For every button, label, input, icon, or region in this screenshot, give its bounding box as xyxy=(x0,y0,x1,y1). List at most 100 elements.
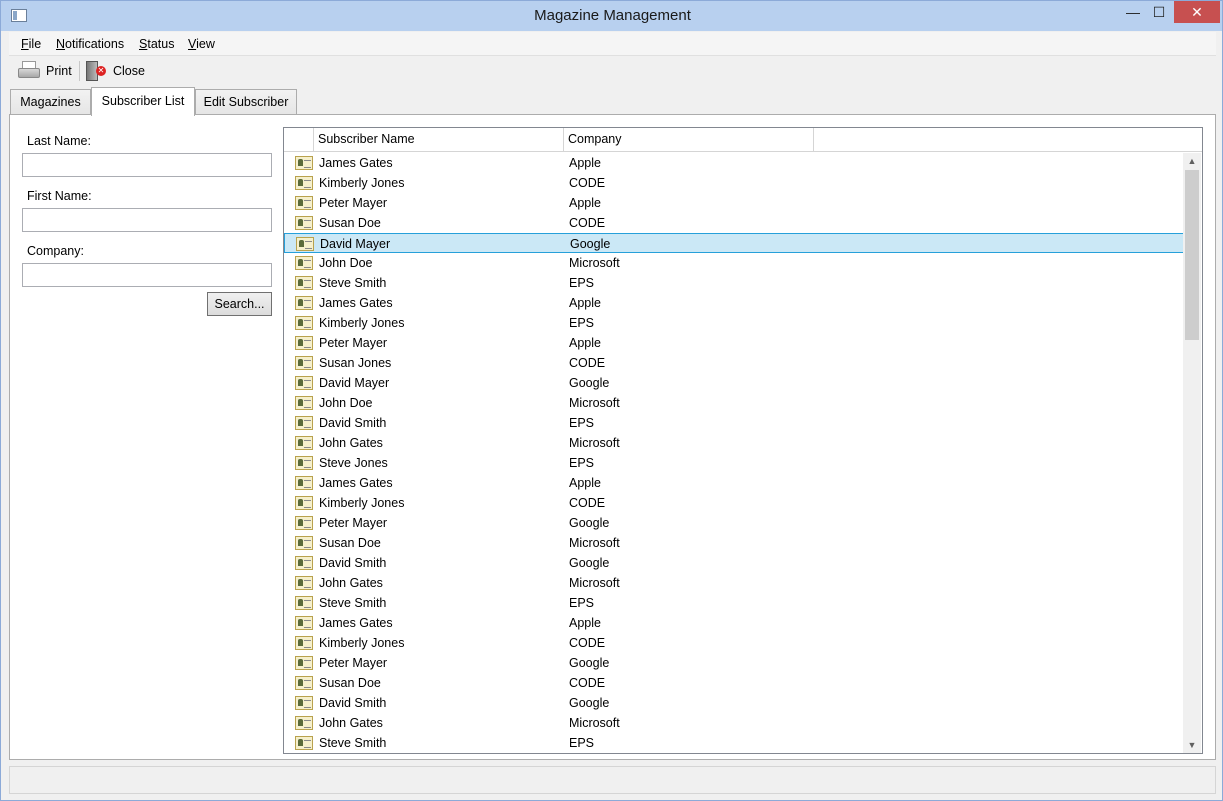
scroll-down-icon[interactable]: ▼ xyxy=(1183,737,1201,753)
title-bar[interactable]: Magazine Management — ☐ ✕ xyxy=(1,1,1222,31)
print-button[interactable]: Print xyxy=(17,59,72,83)
company-cell: EPS xyxy=(569,596,595,610)
table-row[interactable]: Peter Mayer Google xyxy=(284,653,1184,673)
first-name-field[interactable] xyxy=(22,208,272,232)
tab-edit-subscriber[interactable]: Edit Subscriber xyxy=(195,89,297,115)
contact-card-icon xyxy=(295,416,313,430)
table-row[interactable]: John Doe Microsoft xyxy=(284,253,1184,273)
table-row[interactable]: James Gates Apple xyxy=(284,613,1184,633)
company-cell: EPS xyxy=(569,316,595,330)
menu-notifications[interactable]: Notifications xyxy=(56,37,124,51)
table-row[interactable]: James Gates Apple xyxy=(284,473,1184,493)
table-row[interactable]: John Gates Microsoft xyxy=(284,573,1184,593)
contact-card-icon xyxy=(295,636,313,650)
close-window-button[interactable]: ✕ xyxy=(1174,1,1220,23)
menu-view[interactable]: View xyxy=(188,37,215,51)
table-row[interactable]: John Doe Microsoft xyxy=(284,393,1184,413)
contact-card-icon xyxy=(295,696,313,710)
contact-card-icon xyxy=(295,176,313,190)
table-row[interactable]: David Smith EPS xyxy=(284,413,1184,433)
window-title: Magazine Management xyxy=(534,7,691,24)
contact-card-icon xyxy=(295,556,313,570)
contact-card-icon xyxy=(295,396,313,410)
subscriber-name-cell: Steve Jones xyxy=(319,456,388,470)
search-button[interactable]: Search... xyxy=(207,292,272,316)
company-field[interactable] xyxy=(22,263,272,287)
contact-card-icon xyxy=(295,356,313,370)
subscriber-name-cell: James Gates xyxy=(319,156,393,170)
app-window: Magazine Management — ☐ ✕ File Notificat… xyxy=(0,0,1223,801)
table-row[interactable]: Steve Smith EPS xyxy=(284,593,1184,613)
menu-file[interactable]: File xyxy=(21,37,41,51)
table-row[interactable]: Susan Doe CODE xyxy=(284,673,1184,693)
subscriber-name-cell: Peter Mayer xyxy=(319,656,388,670)
last-name-field[interactable] xyxy=(22,153,272,177)
table-row[interactable]: Kimberly Jones CODE xyxy=(284,493,1184,513)
subscriber-name-cell: John Doe xyxy=(319,256,373,270)
subscriber-name-cell: David Mayer xyxy=(320,237,391,251)
table-row[interactable]: Peter Mayer Apple xyxy=(284,193,1184,213)
subscriber-name-cell: Kimberly Jones xyxy=(319,316,405,330)
company-cell: Google xyxy=(569,516,610,530)
table-row[interactable]: David Smith Google xyxy=(284,553,1184,573)
subscriber-name-cell: James Gates xyxy=(319,616,393,630)
contact-card-icon xyxy=(295,656,313,670)
table-row[interactable]: Peter Mayer Apple xyxy=(284,333,1184,353)
table-row[interactable]: Kimberly Jones CODE xyxy=(284,173,1184,193)
company-cell: Apple xyxy=(569,616,601,630)
print-label: Print xyxy=(46,64,72,78)
column-header-company[interactable]: Company xyxy=(564,128,814,151)
contact-card-icon xyxy=(295,216,313,230)
company-cell: EPS xyxy=(569,416,595,430)
contact-card-icon xyxy=(295,276,313,290)
table-row[interactable]: David Mayer Google xyxy=(284,233,1184,253)
company-cell: Apple xyxy=(569,196,601,210)
tab-strip: Magazines Subscriber List Edit Subscribe… xyxy=(9,87,1216,116)
table-row[interactable]: Susan Jones CODE xyxy=(284,353,1184,373)
subscriber-name-cell: Steve Smith xyxy=(319,276,387,290)
column-header-subscriber-name[interactable]: Subscriber Name xyxy=(314,128,564,151)
table-row[interactable]: David Mayer Google xyxy=(284,373,1184,393)
subscriber-name-cell: James Gates xyxy=(319,296,393,310)
table-row[interactable]: Steve Smith EPS xyxy=(284,733,1184,753)
scrollbar-thumb[interactable] xyxy=(1185,170,1199,340)
tab-subscriber-list[interactable]: Subscriber List xyxy=(91,87,195,116)
contact-card-icon xyxy=(295,736,313,750)
table-row[interactable]: John Gates Microsoft xyxy=(284,713,1184,733)
subscriber-list-view[interactable]: Subscriber Name Company James Gates Apple… xyxy=(283,127,1203,754)
first-name-label: First Name: xyxy=(27,189,92,203)
company-cell: Microsoft xyxy=(569,256,620,270)
table-row[interactable]: Steve Smith EPS xyxy=(284,273,1184,293)
toolbar-separator xyxy=(79,61,80,81)
contact-card-icon xyxy=(295,296,313,310)
subscriber-name-cell: Susan Doe xyxy=(319,216,381,230)
tab-content-subscriber-list: Last Name: First Name: Company: Search..… xyxy=(9,114,1216,760)
tab-magazines[interactable]: Magazines xyxy=(10,89,91,115)
table-row[interactable]: Susan Doe CODE xyxy=(284,213,1184,233)
table-row[interactable]: James Gates Apple xyxy=(284,153,1184,173)
table-row[interactable]: Susan Doe Microsoft xyxy=(284,533,1184,553)
maximize-button[interactable]: ☐ xyxy=(1147,1,1171,23)
company-cell: Google xyxy=(570,237,611,251)
minimize-button[interactable]: — xyxy=(1121,1,1145,23)
table-row[interactable]: Kimberly Jones CODE xyxy=(284,633,1184,653)
scroll-up-icon[interactable]: ▲ xyxy=(1183,153,1201,169)
vertical-scrollbar[interactable]: ▲ ▼ xyxy=(1183,153,1201,753)
company-cell: CODE xyxy=(569,496,606,510)
column-header-icon[interactable] xyxy=(284,128,314,151)
subscriber-name-cell: Susan Jones xyxy=(319,356,392,370)
table-row[interactable]: Peter Mayer Google xyxy=(284,513,1184,533)
close-button[interactable]: ✕ Close xyxy=(84,59,145,83)
table-row[interactable]: Kimberly Jones EPS xyxy=(284,313,1184,333)
subscriber-name-cell: Kimberly Jones xyxy=(319,176,405,190)
menu-status[interactable]: Status xyxy=(139,37,174,51)
subscriber-name-cell: Peter Mayer xyxy=(319,516,388,530)
table-row[interactable]: John Gates Microsoft xyxy=(284,433,1184,453)
company-cell: Microsoft xyxy=(569,396,620,410)
table-row[interactable]: Steve Jones EPS xyxy=(284,453,1184,473)
table-row[interactable]: David Smith Google xyxy=(284,693,1184,713)
table-row[interactable]: James Gates Apple xyxy=(284,293,1184,313)
contact-card-icon xyxy=(295,516,313,530)
subscriber-name-cell: Kimberly Jones xyxy=(319,636,405,650)
company-cell: CODE xyxy=(569,636,606,650)
